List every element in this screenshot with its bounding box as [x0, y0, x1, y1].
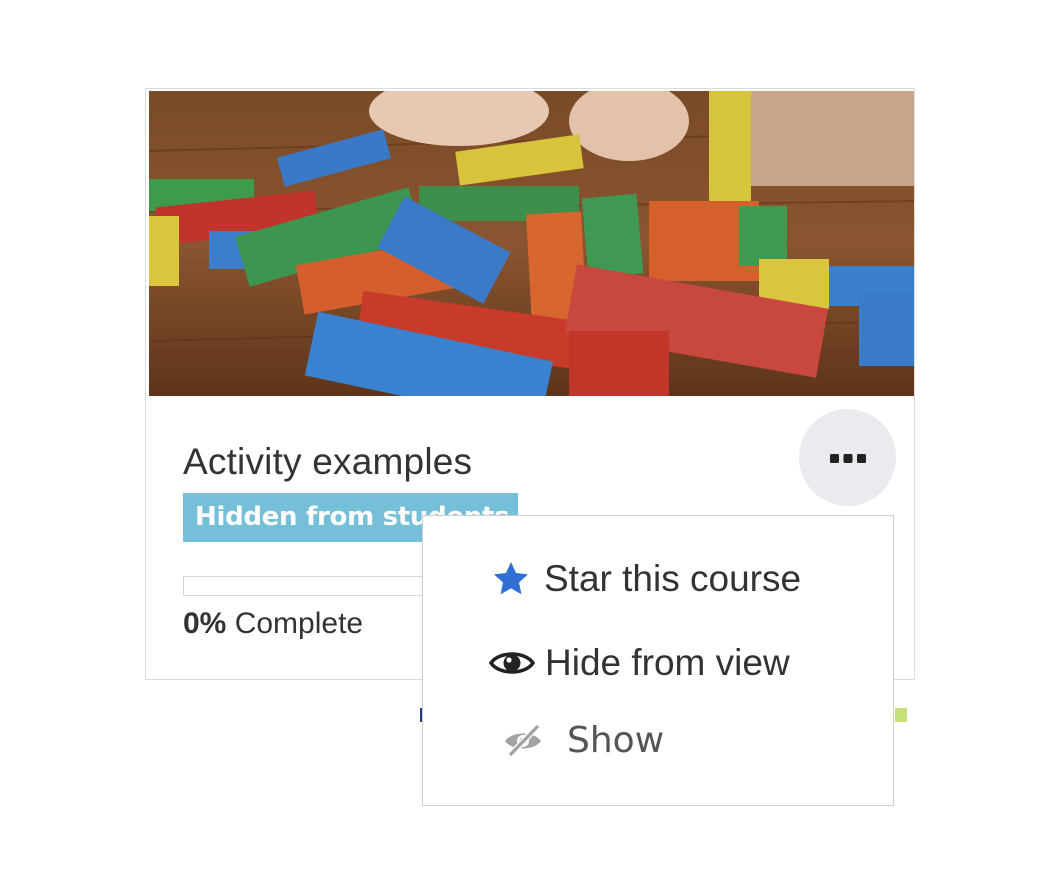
- menu-item-star-course[interactable]: Star this course: [423, 544, 893, 614]
- menu-item-label: Show: [567, 719, 665, 761]
- progress-percent: 0%: [183, 607, 227, 640]
- eye-slash-icon: [501, 723, 545, 757]
- wooden-blocks-picture: [149, 91, 914, 396]
- eye-icon: [489, 648, 535, 678]
- progress-suffix: Complete: [226, 607, 364, 640]
- star-icon: [490, 559, 532, 599]
- background-strip: [895, 708, 907, 722]
- course-image[interactable]: [149, 91, 914, 396]
- ellipsis-icon: [829, 451, 867, 465]
- menu-item-hide-from-view[interactable]: Hide from view: [423, 628, 893, 698]
- menu-item-label: Hide from view: [545, 642, 790, 683]
- progress-text: 0% Complete: [183, 607, 363, 641]
- progress-bar: [183, 576, 443, 596]
- course-title[interactable]: Activity examples: [183, 441, 472, 483]
- course-actions-button[interactable]: [799, 409, 896, 506]
- menu-item-show[interactable]: Show: [423, 705, 893, 775]
- menu-item-label: Star this course: [544, 558, 802, 599]
- course-actions-menu: Star this course Hide from view Show: [422, 515, 894, 806]
